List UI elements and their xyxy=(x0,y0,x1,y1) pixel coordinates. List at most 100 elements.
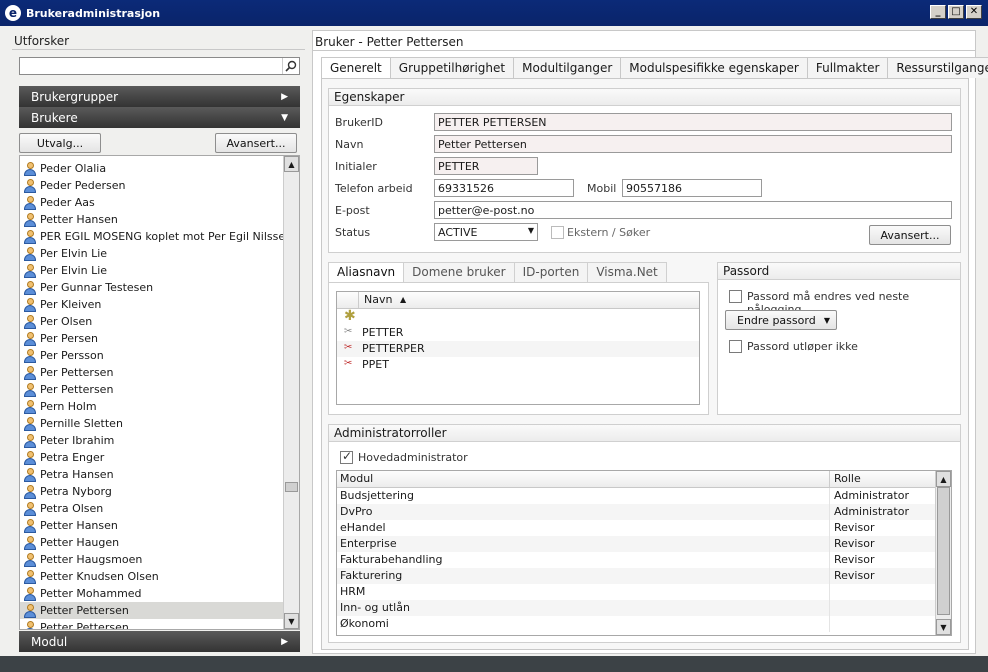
maximize-button[interactable]: □ xyxy=(948,5,964,19)
user-name: Per Persson xyxy=(40,349,104,362)
telefon-field[interactable]: 69331526 xyxy=(434,179,574,197)
role-row[interactable]: Enterprise Revisor xyxy=(337,536,951,552)
user-list-item[interactable]: Per Kleiven xyxy=(20,296,284,313)
role-row[interactable]: Økonomi xyxy=(337,616,951,632)
user-list-item[interactable]: Petter Haugen xyxy=(20,534,284,551)
role-row[interactable]: Fakturering Revisor xyxy=(337,568,951,584)
user-list-item[interactable]: Per Olsen xyxy=(20,313,284,330)
user-list-item[interactable]: Per Elvin Lie xyxy=(20,262,284,279)
user-icon xyxy=(24,365,36,380)
scroll-up-icon[interactable]: ▲ xyxy=(936,471,951,487)
status-select[interactable]: ACTIVE ▼ xyxy=(434,223,538,241)
unlink-icon[interactable]: ✂ xyxy=(341,357,355,373)
never-expires-checkbox[interactable] xyxy=(729,339,742,353)
user-list-scrollbar[interactable]: ▲ ▼ xyxy=(283,156,299,629)
tab-generelt[interactable]: Generelt xyxy=(321,57,391,79)
user-list-item[interactable]: Pern Holm xyxy=(20,398,284,415)
user-icon xyxy=(24,433,36,448)
tab-gruppetilhørighet[interactable]: Gruppetilhørighet xyxy=(390,57,515,78)
generelt-tab-body: Egenskaper BrukerID PETTER PETTERSEN Nav… xyxy=(321,78,969,650)
user-name: Pernille Sletten xyxy=(40,417,123,430)
user-list-item[interactable]: Petra Olsen xyxy=(20,500,284,517)
alias-row[interactable]: ✂ PETTER xyxy=(337,325,699,341)
role-row[interactable]: DvPro Administrator xyxy=(337,504,951,520)
alias-tab-aliasnavn[interactable]: Aliasnavn xyxy=(328,262,405,282)
user-list-item[interactable]: Pernille Sletten xyxy=(20,415,284,432)
roles-scrollbar[interactable]: ▲ ▼ xyxy=(935,471,951,635)
search-icon[interactable] xyxy=(282,58,299,74)
user-list-item[interactable]: Per Gunnar Testesen xyxy=(20,279,284,296)
alias-tab-visma-net[interactable]: Visma.Net xyxy=(588,262,667,282)
user-list-item[interactable]: Petter Pettersen xyxy=(20,619,284,629)
role-row[interactable]: HRM xyxy=(337,584,951,600)
scroll-thumb[interactable] xyxy=(937,487,950,615)
tab-ressurstilganger[interactable]: Ressurstilganger xyxy=(888,57,988,78)
utvalg-button[interactable]: Utvalg... xyxy=(19,133,101,153)
alias-row[interactable]: ✂ PPET xyxy=(337,357,699,373)
scroll-up-icon[interactable]: ▲ xyxy=(284,156,299,172)
role-row[interactable]: Budsjettering Administrator xyxy=(337,488,951,504)
properties-advanced-button[interactable]: Avansert... xyxy=(869,225,951,245)
user-list-item[interactable]: Petter Pettersen xyxy=(20,602,284,619)
alias-new-row[interactable]: ✱ xyxy=(337,308,699,325)
user-list-item[interactable]: Petra Nyborg xyxy=(20,483,284,500)
user-list-item[interactable]: Petter Hansen xyxy=(20,517,284,534)
bruker-id-field[interactable]: PETTER PETTERSEN xyxy=(434,113,952,131)
role-row[interactable]: Inn- og utlån xyxy=(337,600,951,616)
scroll-down-icon[interactable]: ▼ xyxy=(284,613,299,629)
user-list-item[interactable]: Petter Mohammed xyxy=(20,585,284,602)
alias-name: PETTERPER xyxy=(362,342,425,355)
change-password-button[interactable]: Endre passord ▼ xyxy=(725,310,837,330)
scroll-thumb[interactable] xyxy=(285,482,298,492)
search-input[interactable] xyxy=(19,57,300,75)
tab-modultilganger[interactable]: Modultilganger xyxy=(514,57,622,78)
must-change-checkbox[interactable] xyxy=(729,289,742,303)
user-list-item[interactable]: Per Persen xyxy=(20,330,284,347)
user-list-item[interactable]: Petra Enger xyxy=(20,449,284,466)
column-modul[interactable]: Modul xyxy=(337,471,830,487)
user-list-item[interactable]: Peder Olalia xyxy=(20,160,284,177)
user-list-item[interactable]: Peter Ibrahim xyxy=(20,432,284,449)
user-list-item[interactable]: Petter Hansen xyxy=(20,211,284,228)
role-row[interactable]: eHandel Revisor xyxy=(337,520,951,536)
groups-bar[interactable]: Brukergrupper ▶ xyxy=(19,86,300,107)
user-list-item[interactable]: Peder Pedersen xyxy=(20,177,284,194)
modul-bar[interactable]: Modul ▶ xyxy=(19,631,300,652)
column-rolle[interactable]: Rolle xyxy=(831,471,864,487)
alias-tab-id-porten[interactable]: ID-porten xyxy=(514,262,589,282)
user-list-item[interactable]: Petra Hansen xyxy=(20,466,284,483)
alias-column-navn[interactable]: Navn xyxy=(361,292,395,308)
user-icon xyxy=(24,586,36,601)
user-name: Per Gunnar Testesen xyxy=(40,281,154,294)
epost-field[interactable]: petter@e-post.no xyxy=(434,201,952,219)
user-list-item[interactable]: Per Pettersen xyxy=(20,381,284,398)
user-list-item[interactable]: Per Elvin Lie xyxy=(20,245,284,262)
mobil-field[interactable]: 90557186 xyxy=(622,179,762,197)
user-list-item[interactable]: Petter Knudsen Olsen xyxy=(20,568,284,585)
role-row[interactable]: Fakturabehandling Revisor xyxy=(337,552,951,568)
user-list-item[interactable]: Petter Haugsmoen xyxy=(20,551,284,568)
scroll-down-icon[interactable]: ▼ xyxy=(936,619,951,635)
initialer-field[interactable]: PETTER xyxy=(434,157,538,175)
user-name: Peter Ibrahim xyxy=(40,434,115,447)
user-list-item[interactable]: Per Persson xyxy=(20,347,284,364)
user-list-item[interactable]: Peder Aas xyxy=(20,194,284,211)
navn-field[interactable]: Petter Pettersen xyxy=(434,135,952,153)
user-name: Per Kleiven xyxy=(40,298,102,311)
explorer-advanced-button[interactable]: Avansert... xyxy=(215,133,297,153)
main-admin-checkbox[interactable] xyxy=(340,449,353,464)
ekstern-checkbox[interactable] xyxy=(551,225,564,239)
unlink-icon[interactable]: ✂ xyxy=(341,341,355,357)
user-list-item[interactable]: Per Pettersen xyxy=(20,364,284,381)
role-modul: Enterprise xyxy=(337,536,830,552)
tab-fullmakter[interactable]: Fullmakter xyxy=(807,57,889,78)
minimize-button[interactable]: _ xyxy=(930,5,946,19)
tab-modulspesifikke-egenskaper[interactable]: Modulspesifikke egenskaper xyxy=(621,57,808,78)
alias-tab-domene-bruker[interactable]: Domene bruker xyxy=(404,262,515,282)
unlink-icon[interactable]: ✂ xyxy=(341,325,355,341)
user-list-item[interactable]: PER EGIL MOSENG koplet mot Per Egil Nils… xyxy=(20,228,292,245)
role-rolle xyxy=(831,600,837,616)
alias-row[interactable]: ✂ PETTERPER xyxy=(337,341,699,357)
close-button[interactable]: ✕ xyxy=(966,5,982,19)
users-bar[interactable]: Brukere ▼ xyxy=(19,107,300,128)
